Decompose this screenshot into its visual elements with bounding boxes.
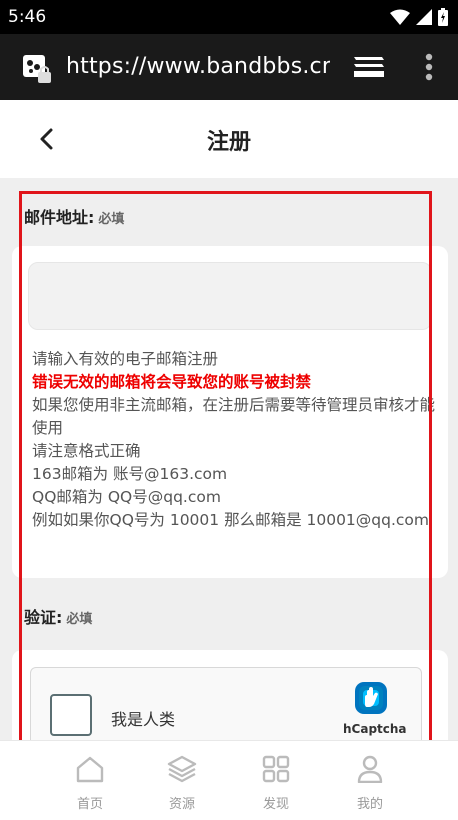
required-tag: 必填 <box>66 612 93 627</box>
status-bar: 5:46 <box>0 0 458 34</box>
hcaptcha-logo-icon <box>355 682 387 714</box>
site-favicon-icon[interactable] <box>22 54 52 84</box>
email-card: 请输入有效的电子邮箱注册 错误无效的邮箱将会导致您的账号被封禁 如果您使用非主流… <box>12 246 448 578</box>
signal-icon <box>416 9 432 25</box>
grid-icon <box>262 755 290 783</box>
url-text[interactable]: https://www.bandbbs.cn/ <box>66 54 330 79</box>
page-title: 注册 <box>206 130 251 155</box>
wifi-icon <box>390 9 410 25</box>
more-menu-icon[interactable] <box>424 53 434 81</box>
captcha-label: 我是人类 <box>111 710 176 729</box>
email-warning: 错误无效的邮箱将会导致您的账号被封禁 <box>32 373 312 391</box>
captcha-card: 我是人类 hCaptcha <box>12 650 448 740</box>
required-tag: 必填 <box>98 212 125 227</box>
email-help-text: 请输入有效的电子邮箱注册 错误无效的邮箱将会导致您的账号被封禁 如果您使用非主流… <box>32 348 442 532</box>
browser-url-bar: https://www.bandbbs.cn/ <box>0 34 458 100</box>
status-icons <box>390 8 448 26</box>
nav-item-home[interactable]: 首页 <box>55 755 125 812</box>
home-icon <box>76 756 104 783</box>
bottom-nav: 首页 资源 发现 我的 <box>0 740 458 820</box>
captcha-checkbox[interactable] <box>50 694 92 736</box>
status-time: 5:46 <box>8 7 47 27</box>
email-input[interactable] <box>28 262 432 330</box>
tabs-icon[interactable] <box>352 54 386 80</box>
nav-item-mine[interactable]: 我的 <box>335 755 405 812</box>
user-icon <box>357 755 383 783</box>
verify-label: 验证: 必填 <box>24 608 93 627</box>
nav-item-resources[interactable]: 资源 <box>147 755 217 812</box>
page-header: 注册 <box>0 100 458 178</box>
hcaptcha-widget: 我是人类 hCaptcha <box>30 667 422 740</box>
email-label: 邮件地址: 必填 <box>24 208 125 227</box>
battery-icon <box>438 8 448 26</box>
layers-icon <box>167 755 197 783</box>
nav-item-discover[interactable]: 发现 <box>241 755 311 812</box>
hcaptcha-brand: hCaptcha <box>343 722 407 736</box>
register-form: 邮件地址: 必填 请输入有效的电子邮箱注册 错误无效的邮箱将会导致您的账号被封禁 … <box>0 178 458 740</box>
